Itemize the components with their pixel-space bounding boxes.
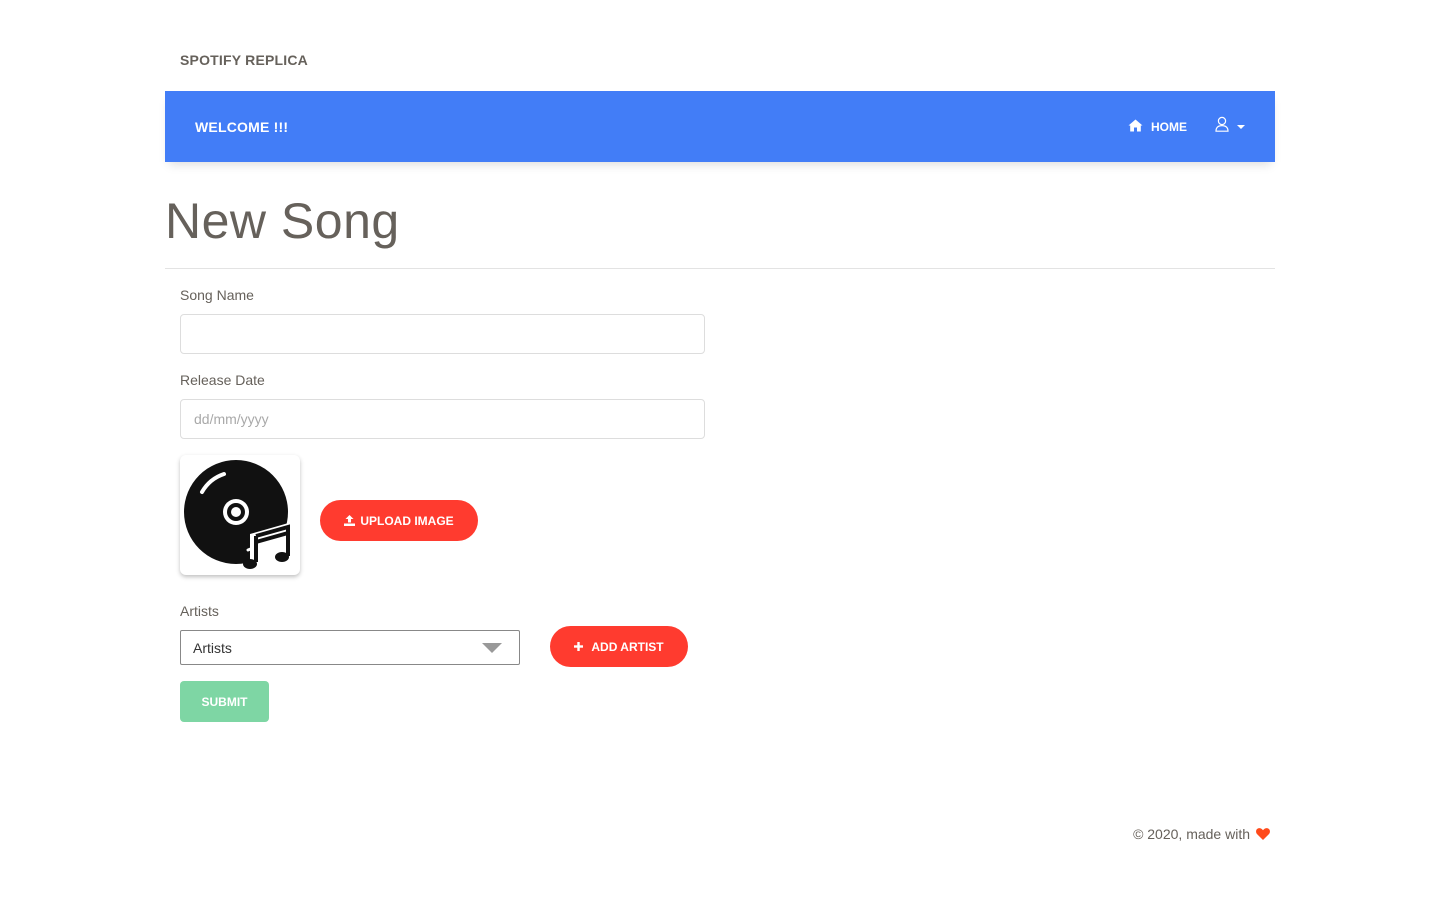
home-icon xyxy=(1128,119,1151,135)
footer: © 2020, made with xyxy=(1133,826,1270,842)
top-navbar: WELCOME !!! HOME xyxy=(165,91,1275,162)
release-date-label: Release Date xyxy=(180,372,265,388)
plus-icon xyxy=(574,642,584,651)
upload-image-label: UPLOAD IMAGE xyxy=(360,513,454,528)
upload-image-button[interactable]: UPLOAD IMAGE xyxy=(320,500,478,541)
user-icon xyxy=(1215,116,1229,137)
vinyl-music-icon xyxy=(184,460,292,570)
song-name-input[interactable] xyxy=(180,314,705,354)
artists-select[interactable]: Artists xyxy=(180,630,520,665)
release-date-input[interactable] xyxy=(180,399,705,439)
brand-title[interactable]: SPOTIFY REPLICA xyxy=(180,52,308,68)
submit-button[interactable]: SUBMIT xyxy=(180,681,269,722)
artists-label: Artists xyxy=(180,603,219,619)
song-name-label: Song Name xyxy=(180,287,254,303)
title-divider xyxy=(165,268,1275,269)
user-menu-dropdown[interactable] xyxy=(1215,116,1245,137)
add-artist-button[interactable]: ADD ARTIST xyxy=(550,626,688,667)
dropdown-arrow-icon xyxy=(482,643,502,653)
artists-select-value: Artists xyxy=(193,639,232,656)
home-label: HOME xyxy=(1151,119,1187,134)
footer-text: © 2020, made with xyxy=(1133,826,1250,842)
page-title: New Song xyxy=(165,193,400,249)
chevron-down-icon xyxy=(1237,124,1245,129)
navbar-right: HOME xyxy=(1128,116,1245,137)
heart-icon xyxy=(1256,828,1270,840)
navbar-welcome: WELCOME !!! xyxy=(195,118,289,135)
song-cover-thumbnail xyxy=(180,455,300,575)
upload-icon xyxy=(344,515,356,526)
home-link[interactable]: HOME xyxy=(1128,119,1187,135)
add-artist-label: ADD ARTIST xyxy=(591,639,664,654)
